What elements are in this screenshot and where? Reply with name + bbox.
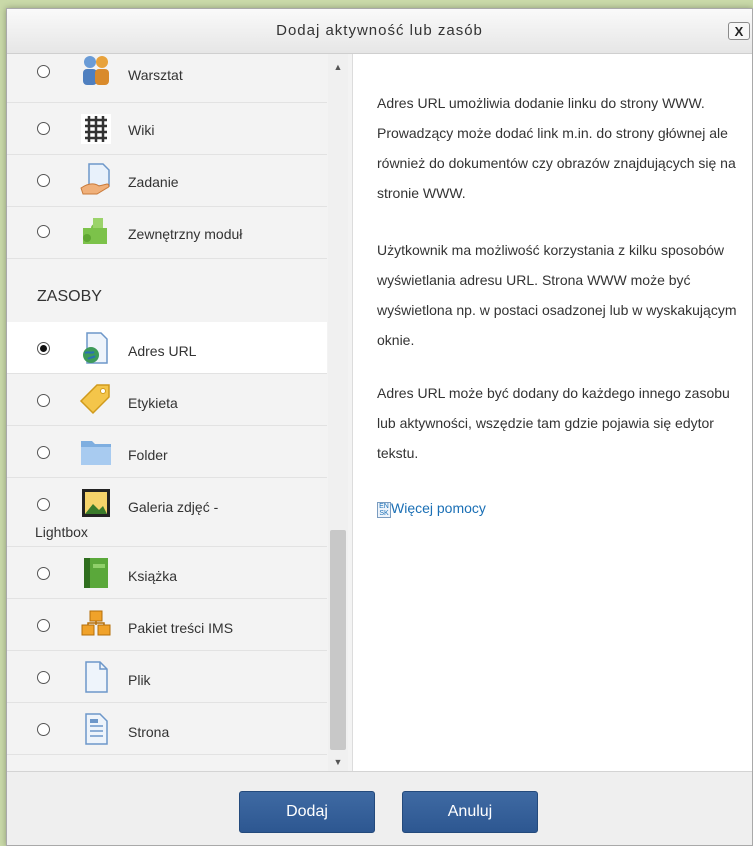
list-item-label: Folder xyxy=(128,447,168,463)
module-list[interactable]: Warsztat Wiki Zadanie Zewnętrzny moduł Z… xyxy=(7,54,353,771)
list-item-label: Zewnętrzny moduł xyxy=(128,226,243,242)
list-item-zadanie[interactable]: Zadanie xyxy=(7,155,327,207)
list-item-label: Wiki xyxy=(128,122,155,138)
radio-folder[interactable] xyxy=(37,446,50,459)
radio-warsztat[interactable] xyxy=(37,65,50,78)
list-item-label: Plik xyxy=(128,672,151,688)
list-item-warsztat[interactable]: Warsztat xyxy=(7,54,327,103)
label-tag-icon xyxy=(79,384,110,415)
section-heading-zasoby: ZASOBY xyxy=(37,288,102,305)
radio-wiki[interactable] xyxy=(37,122,50,135)
list-item-label-continued: Lightbox xyxy=(35,524,88,540)
list-item-plik[interactable]: Plik xyxy=(7,651,327,703)
list-item-ksiazka[interactable]: Książka xyxy=(7,547,327,599)
more-help-link[interactable]: Więcej pomocy xyxy=(391,500,486,516)
list-item-label: Etykieta xyxy=(128,395,178,411)
radio-strona[interactable] xyxy=(37,723,50,736)
add-button[interactable]: Dodaj xyxy=(239,791,375,833)
list-item-galeria-zdjec[interactable]: Galeria zdjęć - Lightbox xyxy=(7,478,327,547)
puzzle-icon xyxy=(83,218,107,244)
close-button[interactable]: X xyxy=(728,22,750,40)
cancel-button[interactable]: Anuluj xyxy=(402,791,538,833)
assignment-icon xyxy=(80,163,110,195)
list-item-wiki[interactable]: Wiki xyxy=(7,103,327,155)
list-item-pakiet-ims[interactable]: Pakiet treści IMS xyxy=(7,599,327,651)
list-item-label: Książka xyxy=(128,568,178,584)
radio-ksiazka[interactable] xyxy=(37,567,50,580)
dialog-title: Dodaj aktywność lub zasób xyxy=(276,22,483,39)
ims-package-icon xyxy=(81,610,111,636)
folder-icon xyxy=(81,441,111,465)
radio-plik[interactable] xyxy=(37,671,50,684)
help-pane: Adres URL umożliwia dodanie linku do str… xyxy=(353,54,752,771)
list-item-zewnetrzny-modul[interactable]: Zewnętrzny moduł xyxy=(7,207,327,259)
list-item-folder[interactable]: Folder xyxy=(7,426,327,478)
workshop-icon xyxy=(83,56,109,85)
help-paragraph: Użytkownik ma możliwość korzystania z ki… xyxy=(377,242,737,348)
url-icon xyxy=(83,332,108,364)
scroll-thumb[interactable] xyxy=(330,530,346,750)
list-item-adres-url[interactable]: Adres URL xyxy=(7,322,327,374)
dialog-titlebar: Dodaj aktywność lub zasób X xyxy=(7,9,752,54)
radio-etykieta[interactable] xyxy=(37,394,50,407)
list-item-label: Zadanie xyxy=(128,174,179,190)
help-book-icon[interactable]: EN SK xyxy=(377,502,391,518)
list-scrollbar[interactable]: ▲ ▼ xyxy=(328,54,348,771)
radio-pakiet-ims[interactable] xyxy=(37,619,50,632)
scroll-up-arrow-icon[interactable]: ▲ xyxy=(328,58,348,76)
radio-zewnetrzny-modul[interactable] xyxy=(37,225,50,238)
list-item-label: Adres URL xyxy=(128,343,197,359)
list-item-strona[interactable]: Strona xyxy=(7,703,327,755)
add-activity-dialog: Dodaj aktywność lub zasób X Warsztat Wik… xyxy=(6,8,753,846)
dialog-footer: Dodaj Anuluj xyxy=(7,771,752,845)
list-item-label: Warsztat xyxy=(128,67,183,83)
scroll-down-arrow-icon[interactable]: ▼ xyxy=(328,753,348,771)
list-item-label: Pakiet treści IMS xyxy=(128,620,234,636)
help-paragraph: Adres URL może być dodany do każdego inn… xyxy=(377,385,730,461)
list-item-label: Galeria zdjęć - xyxy=(128,499,219,515)
radio-zadanie[interactable] xyxy=(37,174,50,187)
help-paragraph: Adres URL umożliwia dodanie linku do str… xyxy=(377,95,736,201)
wiki-icon xyxy=(81,114,111,144)
page-icon xyxy=(85,713,108,745)
radio-galeria-zdjec[interactable] xyxy=(37,498,50,511)
file-icon xyxy=(85,661,108,693)
book-icon xyxy=(84,558,108,588)
radio-adres-url[interactable] xyxy=(37,342,50,355)
list-item-etykieta[interactable]: Etykieta xyxy=(7,374,327,426)
list-item-label: Strona xyxy=(128,724,170,740)
image-gallery-icon xyxy=(82,489,110,517)
